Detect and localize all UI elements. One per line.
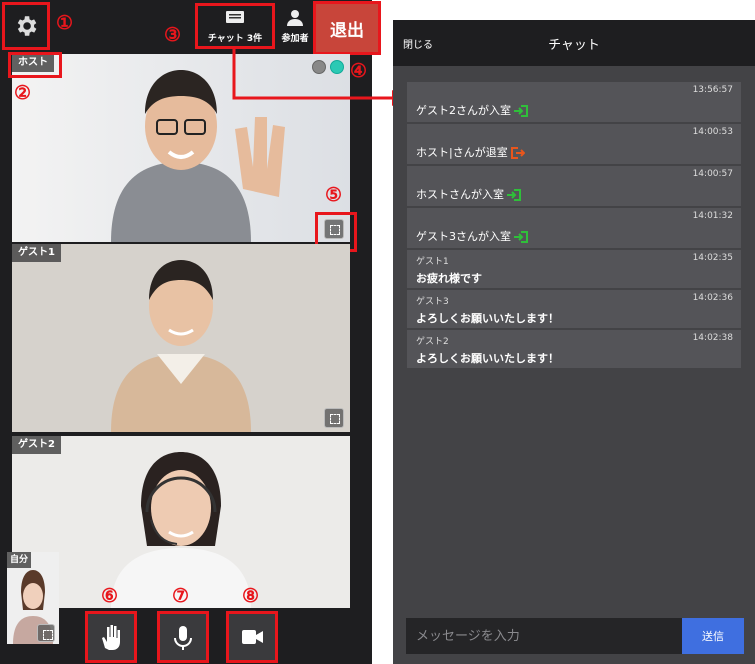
callout-box-6 [85,611,137,663]
participants-label: 参加者 [281,34,309,44]
callout-7: ⑦ [172,585,190,607]
fullscreen-icon[interactable] [324,408,344,428]
chat-message: ゲスト2 14:02:38 よろしくお願いいたします！ [407,330,741,368]
chat-header: 閉じる チャット [393,20,755,66]
callout-5: ⑤ [325,184,343,206]
message-input[interactable] [406,618,682,654]
message-text: ゲスト3さんが入室 [416,228,528,244]
connector-arrow [232,48,406,106]
enter-icon [514,105,528,117]
message-text: ホスト|さんが退室 [416,144,525,160]
enter-icon [514,231,528,243]
chat-message: 14:00:57 ホストさんが入室 [407,166,741,206]
callout-box-8 [226,611,278,663]
message-sender: ゲスト2 [416,337,449,347]
message-text: よろしくお願いいたします！ [416,312,559,325]
self-video-tile[interactable]: 自分 [7,552,59,644]
guest1-video-image [111,260,251,432]
chat-panel: 閉じる チャット 13:56:57 ゲスト2さんが入室 14:00:53 ホスト… [393,20,755,664]
message-text: よろしくお願いいたします！ [416,352,559,365]
chat-message: ゲスト3 14:02:36 よろしくお願いいたします！ [407,290,741,328]
callout-2: ② [14,82,32,104]
message-text: ホストさんが入室 [416,186,521,202]
self-label: 自分 [7,552,32,568]
callout-box-1 [2,2,50,50]
callout-box-2 [8,52,62,78]
message-sender: ゲスト3 [416,297,449,307]
chat-message: 14:00:53 ホスト|さんが退室 [407,124,741,164]
message-text: お疲れ様です [416,272,482,285]
enter-icon [507,189,521,201]
chat-message: ゲスト1 14:02:35 お疲れ様です [407,250,741,288]
participants-button[interactable]: 参加者 [277,6,313,46]
guest1-label: ゲスト1 [12,244,61,262]
person-icon [287,10,303,26]
callout-1: ① [56,12,74,34]
guest1-video-tile[interactable]: ゲスト1 [12,244,350,432]
callout-box-3 [195,3,275,49]
chat-title: チャット [548,38,600,53]
send-button[interactable]: 送信 [682,618,744,654]
callout-box-4 [313,1,381,55]
guest2-video-image [111,452,251,608]
exit-icon [510,147,525,159]
callout-3: ③ [164,24,182,46]
callout-box-7 [157,611,209,663]
callout-6: ⑥ [101,585,119,607]
guest2-video-tile[interactable]: ゲスト2 [12,436,350,608]
chat-message: 14:01:32 ゲスト3さんが入室 [407,208,741,248]
chat-message: 13:56:57 ゲスト2さんが入室 [407,82,741,122]
fullscreen-icon[interactable] [37,624,55,642]
callout-8: ⑧ [242,585,260,607]
message-sender: ゲスト1 [416,257,449,267]
guest2-label: ゲスト2 [12,436,61,454]
message-text: ゲスト2さんが入室 [416,102,528,118]
